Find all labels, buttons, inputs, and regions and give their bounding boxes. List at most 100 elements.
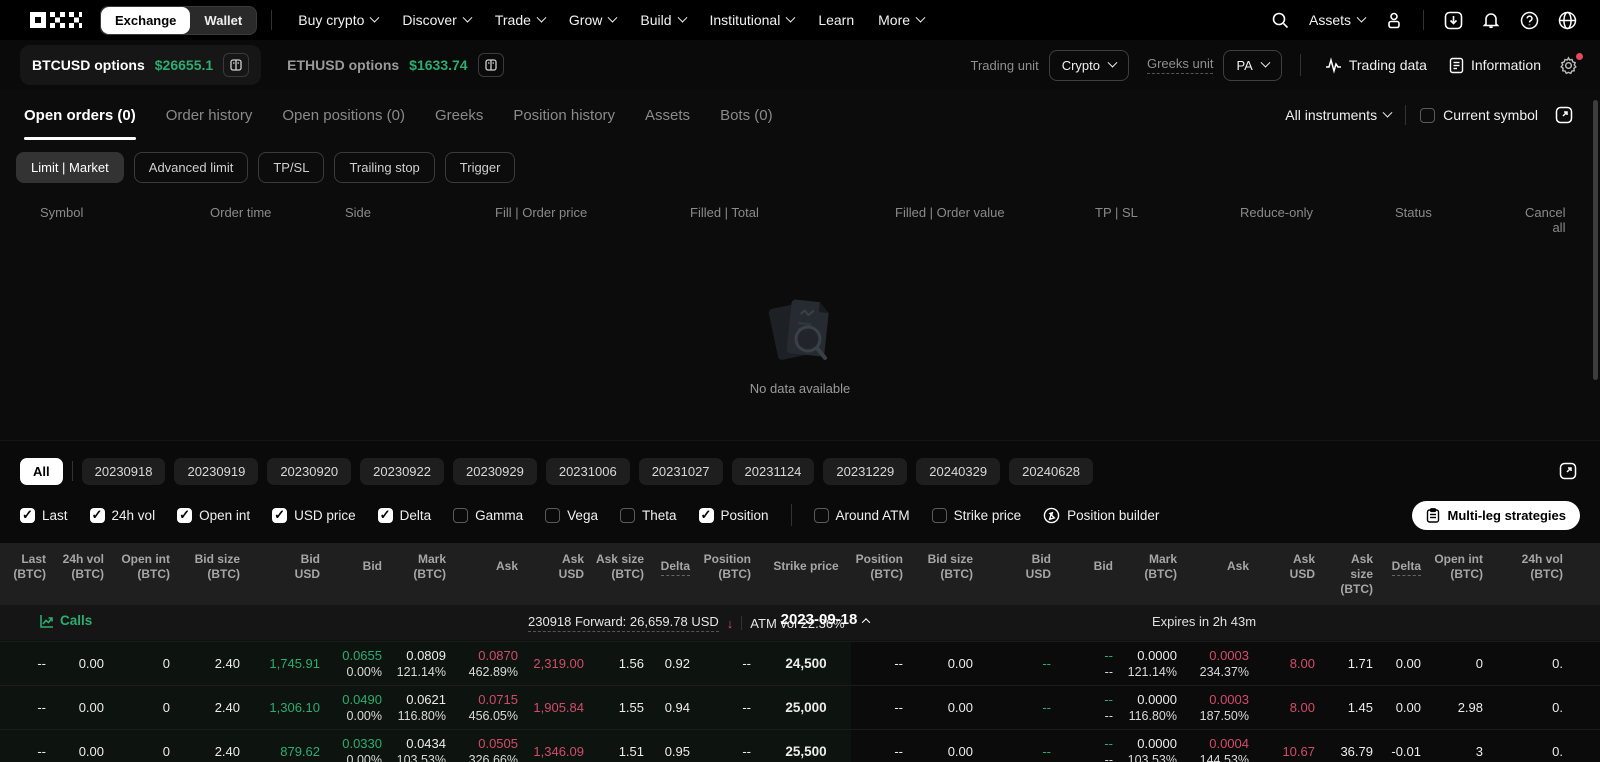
filter-trigger[interactable]: Trigger	[444, 152, 516, 183]
toggle-around-atm[interactable]: Around ATM	[813, 507, 910, 523]
expiry-tab[interactable]: 20230919	[174, 457, 259, 485]
cell-bid[interactable]: 0.0490 0.00%	[330, 686, 392, 729]
btc-orderbook-icon[interactable]	[223, 53, 250, 77]
cell-bid[interactable]: -- --	[1061, 730, 1123, 762]
eth-ticker-label: ETHUSD options	[287, 57, 400, 73]
wallet-toggle-option[interactable]: Wallet	[190, 7, 256, 34]
expiry-tab[interactable]: 20240329	[916, 457, 1001, 485]
chain-row-25000[interactable]: -- 0.00 0 2.40 1,306.10 0.0490 0.00% 0.06…	[0, 685, 1600, 729]
toggle-position[interactable]: Position	[698, 507, 769, 523]
toggle-usd-price[interactable]: USD price	[272, 507, 356, 523]
expiry-tab-all[interactable]: All	[20, 457, 63, 485]
exchange-toggle-option[interactable]: Exchange	[101, 6, 191, 34]
cancel-all-button[interactable]: Cancel all	[1525, 205, 1565, 235]
ethusd-options-ticker[interactable]: ETHUSD options $1633.74	[275, 45, 515, 85]
expiry-tab[interactable]: 20240628	[1009, 457, 1093, 485]
nav-more[interactable]: More	[866, 12, 936, 28]
position-builder-icon	[1043, 507, 1060, 523]
help-icon[interactable]	[1512, 3, 1546, 37]
nav-institutional[interactable]: Institutional	[698, 12, 807, 28]
btcusd-options-ticker[interactable]: BTCUSD options $26655.1	[20, 45, 262, 85]
chevron-down-icon	[785, 12, 796, 23]
greeks-unit-select[interactable]: PA	[1223, 49, 1282, 81]
cell-ask-usd: 8.00	[1289, 655, 1315, 671]
tab-open-orders[interactable]: Open orders (0)	[24, 90, 136, 140]
trading-data-button[interactable]: Trading data	[1319, 56, 1433, 74]
cell-ask[interactable]: 0.0715 456.05%	[456, 686, 528, 729]
cell-ask[interactable]: 0.0003 187.50%	[1187, 686, 1259, 729]
chain-row-24500[interactable]: -- 0.00 0 2.40 1,745.91 0.0655 0.00% 0.08…	[0, 641, 1600, 685]
eth-orderbook-icon[interactable]	[477, 53, 504, 77]
notifications-bell-icon[interactable]	[1474, 3, 1508, 37]
cell-strike: 25,000	[761, 686, 851, 729]
toggle-delta[interactable]: Delta	[377, 507, 431, 523]
cell-delta: 0.92	[654, 642, 700, 685]
expiry-tab[interactable]: 20230922	[360, 457, 444, 485]
toggle-gamma[interactable]: Gamma	[453, 507, 523, 523]
cell-bid[interactable]: 0.0330 0.00%	[330, 730, 392, 762]
toggle-last[interactable]: Last	[20, 507, 68, 523]
nav-discover[interactable]: Discover	[390, 12, 482, 28]
tab-greeks[interactable]: Greeks	[435, 90, 483, 140]
toggle-strike-price[interactable]: Strike price	[931, 507, 1021, 523]
multi-leg-strategies-button[interactable]: Multi-leg strategies	[1411, 500, 1580, 530]
expand-panel-icon[interactable]	[1552, 103, 1576, 127]
cell-bid-size: 0.00	[947, 655, 973, 671]
tab-position-history[interactable]: Position history	[513, 90, 615, 140]
trading-unit-select[interactable]: Crypto	[1048, 49, 1129, 81]
cell-ask[interactable]: 0.0505 326.66%	[456, 730, 528, 762]
col-status: Status	[1395, 205, 1432, 220]
nav-assets[interactable]: Assets	[1301, 12, 1373, 28]
user-profile-icon[interactable]	[1377, 3, 1411, 37]
cell-ask[interactable]: 0.0870 462.89%	[456, 642, 528, 685]
expiry-tab[interactable]: 20231124	[731, 457, 815, 485]
nav-trade[interactable]: Trade	[483, 12, 557, 28]
vertical-scrollbar[interactable]	[1593, 100, 1598, 380]
all-instruments-select[interactable]: All instruments	[1285, 107, 1393, 123]
position-builder-button[interactable]: Position builder	[1043, 507, 1159, 524]
expiry-date-header[interactable]: 2023-09-18	[770, 611, 880, 628]
expiry-tab[interactable]: 20230929	[453, 457, 537, 485]
cell-ask[interactable]: 0.0003 234.37%	[1187, 642, 1259, 685]
current-symbol-checkbox[interactable]: Current symbol	[1420, 107, 1538, 123]
nav-grow[interactable]: Grow	[557, 12, 628, 28]
filter-limit-market[interactable]: Limit | Market	[16, 152, 124, 183]
download-app-icon[interactable]	[1436, 3, 1470, 37]
toggle-24h-vol[interactable]: 24h vol	[89, 507, 155, 523]
checkbox-icon	[813, 507, 829, 523]
col-header: Delta	[654, 543, 700, 605]
toggle-theta[interactable]: Theta	[619, 507, 677, 523]
language-globe-icon[interactable]	[1550, 3, 1584, 37]
nav-build[interactable]: Build	[628, 12, 697, 28]
settings-gear-icon[interactable]	[1557, 52, 1584, 75]
cell-bid[interactable]: -- --	[1061, 642, 1123, 685]
expiry-tab[interactable]: 20230918	[81, 457, 166, 485]
cell-bid[interactable]: 0.0655 0.00%	[330, 642, 392, 685]
expiry-tab[interactable]: 20231006	[545, 457, 630, 485]
tab-open-positions[interactable]: Open positions (0)	[282, 90, 405, 140]
nav-buy-crypto[interactable]: Buy crypto	[286, 12, 390, 28]
col-header: Ask	[495, 559, 518, 573]
chevron-down-icon	[677, 12, 687, 23]
cell-bid[interactable]: -- --	[1061, 686, 1123, 729]
checkbox-icon	[377, 507, 393, 523]
tab-bots[interactable]: Bots (0)	[720, 90, 773, 140]
filter-tpsl[interactable]: TP/SL	[258, 152, 325, 183]
cell-ask[interactable]: 0.0004 144.53%	[1187, 730, 1259, 762]
okx-logo[interactable]	[30, 12, 82, 28]
tab-assets[interactable]: Assets	[645, 90, 690, 140]
toggle-open-int[interactable]: Open int	[177, 507, 250, 523]
filter-trailing-stop[interactable]: Trailing stop	[334, 152, 435, 183]
expiry-tab[interactable]: 20230920	[267, 457, 352, 485]
expiry-tab[interactable]: 20231229	[823, 457, 908, 485]
filter-advanced-limit[interactable]: Advanced limit	[133, 152, 249, 183]
tab-order-history[interactable]: Order history	[166, 90, 253, 140]
information-button[interactable]: Information	[1443, 57, 1547, 74]
search-icon[interactable]	[1263, 3, 1297, 37]
expand-chain-icon[interactable]	[1556, 459, 1580, 483]
chain-row-25500[interactable]: -- 0.00 0 2.40 879.62 0.0330 0.00% 0.0434…	[0, 729, 1600, 762]
toggle-vega[interactable]: Vega	[545, 507, 598, 523]
calls-section-label: Calls	[40, 613, 92, 628]
nav-learn[interactable]: Learn	[806, 12, 866, 28]
expiry-tab[interactable]: 20231027	[638, 457, 723, 485]
